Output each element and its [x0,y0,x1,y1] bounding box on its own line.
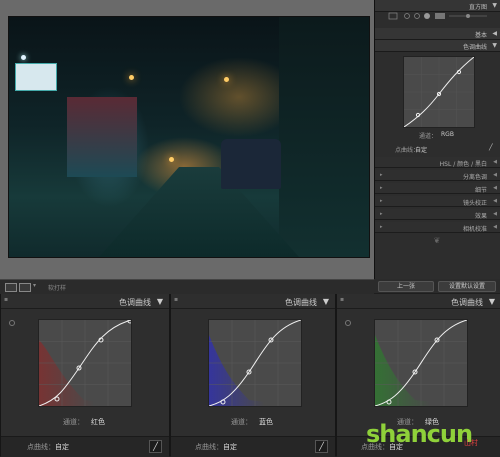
section-label: 细节 [474,187,487,194]
point-curve-value[interactable]: 自定 [55,442,69,452]
channel-value[interactable]: 蓝色 [259,417,273,427]
tone-curve-panel-blue: ▪ 色调曲线 ▼ 通道： 蓝色 点曲线： 自定 ╱ [170,294,336,457]
histogram-title: 直方图 [468,4,487,11]
tone-curve-graph[interactable] [403,56,475,128]
channel-label: 通道： [63,418,84,426]
edit-point-curve-icon[interactable]: ╱ [149,440,162,453]
collapse-icon: ▼ [492,42,497,49]
dropdown-arrow-icon[interactable]: ▾ [33,282,36,289]
panel-footer: 点曲线： 自定 ╱ [171,436,335,457]
point-curve-label: 点曲线： [195,443,223,451]
parked-car [221,139,281,189]
blue-curve-graph[interactable] [208,319,302,407]
green-curve-graph[interactable] [374,319,468,407]
effects-header[interactable]: ▸ 效果 ◀ [375,209,500,220]
panel-title: 色调曲线 [285,298,317,307]
photo-viewport [0,0,374,279]
compare-view-button[interactable] [19,283,31,292]
section-label: 分离色调 [462,174,487,181]
tone-curve-header[interactable]: 色调曲线 ▼ [375,40,500,52]
camera-calibration-header[interactable]: ▸ 相机校准 ◀ [375,222,500,233]
basic-label: 基本 [474,32,487,39]
histogram-header[interactable]: 直方图 ▼ [375,0,500,12]
section-label: 效果 [474,213,487,220]
histogram-tool-strip [383,12,493,21]
bottom-toolbar: ▾ 软打样 [0,279,374,294]
basic-section-header[interactable]: 基本 ◀ [375,28,500,40]
panel-header[interactable]: ▪ 色调曲线 ▼ [171,294,335,309]
develop-right-panel: 直方图 ▼ 基本 ◀ 色调曲线 ▼ 通道： RGB 点曲线： 自定 ╱ HSL … [374,0,500,293]
section-label: 相机校准 [462,226,487,233]
channel-value[interactable]: RGB [441,131,454,138]
collapse-icon: ▼ [488,297,495,306]
split-toning-header[interactable]: ▸ 分离色调 ◀ [375,170,500,181]
panel-header[interactable]: ▪ 色调曲线 ▼ [1,294,169,309]
edit-point-curve-icon[interactable]: ╱ [315,440,328,453]
night-street-photo [8,16,370,258]
lens-corrections-header[interactable]: ▸ 镜头校正 ◀ [375,196,500,207]
section-label: 镜头校正 [462,200,487,207]
reset-defaults-button[interactable]: 设置默认设置 [438,281,496,292]
loupe-view-button[interactable] [5,283,17,292]
red-curve-graph[interactable] [38,318,133,407]
panel-title: 色调曲线 [451,298,483,307]
storefront [67,97,137,177]
panel-end-ornament-icon: ❦ [433,236,441,245]
watermark-text: shancun [366,420,473,448]
panel-header[interactable]: ▪ 色调曲线 ▼ [337,294,500,309]
collapse-icon: ▼ [492,2,497,9]
street-sign [15,63,57,91]
target-adjust-icon[interactable] [345,320,351,326]
soft-proof-label[interactable]: 软打样 [48,283,66,292]
point-curve-label: 点曲线： [27,443,55,451]
point-curve-value[interactable]: 自定 [415,145,427,154]
watermark-subtext: 山村 [464,439,478,447]
right-panel-buttons: 上一张 设置默认设置 [374,279,500,293]
panel-footer: 点曲线： 自定 ╱ [1,436,169,457]
panel-title: 色调曲线 [119,298,151,307]
tone-curve-label: 色调曲线 [462,44,487,51]
collapse-icon: ▼ [156,297,163,306]
channel-label: 通道： [231,418,252,426]
point-curve-value[interactable]: 自定 [223,442,237,452]
tone-curve-panel-red: ▪ 色调曲线 ▼ 通道： 红色 点曲线： 自定 ╱ [0,294,170,457]
hsl-section-header[interactable]: HSL / 颜色 / 黑白 ◀ [375,157,500,168]
shancun-watermark: shancun 山村 [352,414,500,456]
edit-point-curve-icon[interactable]: ╱ [489,144,493,151]
channel-label: 通道： [419,133,438,140]
target-adjust-icon[interactable] [9,320,15,326]
previous-button[interactable]: 上一张 [378,281,434,292]
expand-icon: ◀ [492,30,497,37]
channel-value[interactable]: 红色 [91,417,105,427]
collapse-icon: ▼ [322,297,329,306]
hsl-label: HSL / 颜色 / 黑白 [439,161,487,168]
detail-header[interactable]: ▸ 细节 ◀ [375,183,500,194]
